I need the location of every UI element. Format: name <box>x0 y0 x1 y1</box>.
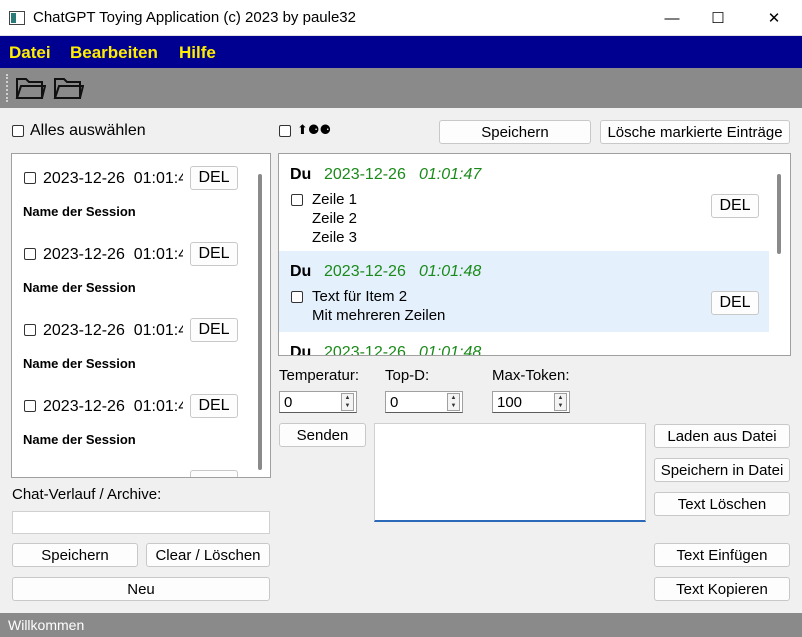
message-delete-button[interactable]: DEL <box>711 291 759 315</box>
message-time: 01:01:48 <box>419 263 482 280</box>
send-button[interactable]: Senden <box>279 423 366 447</box>
session-list: 2023-12-26 01:01:47 DEL Name der Session… <box>11 153 271 478</box>
toolbar-grip[interactable] <box>6 74 9 102</box>
message-author: Du <box>290 344 312 356</box>
select-all-label: Alles auswählen <box>30 122 146 139</box>
session-name: Name der Session <box>23 280 136 295</box>
session-item[interactable]: 2023-12-26 01:01:47 DEL Name der Session <box>12 230 252 306</box>
session-delete-button-partial[interactable] <box>190 470 238 477</box>
message-checkbox[interactable] <box>291 194 303 206</box>
title-bar: ChatGPT Toying Application (c) 2023 by p… <box>0 0 802 36</box>
session-item[interactable]: 2023-12-26 01:01:47 DEL Name der Session <box>12 154 252 230</box>
session-timestamp: 2023-12-26 01:01:47 <box>43 398 183 415</box>
maximize-button[interactable]: ☐ <box>695 0 741 36</box>
temperature-spinbox[interactable]: 0 ▲ ▼ <box>279 391 357 413</box>
chat-message[interactable]: Du 2023-12-26 01:01:47 Zeile 1 Zeile 2 Z… <box>279 154 769 251</box>
session-checkbox[interactable] <box>24 248 36 260</box>
temperature-value: 0 <box>284 394 293 411</box>
session-timestamp: 2023-12-26 01:01:47 <box>43 246 183 263</box>
temperature-label: Temperatur: <box>279 367 360 384</box>
new-button[interactable]: Neu <box>12 577 270 601</box>
top-d-spinbox[interactable]: 0 ▲ ▼ <box>385 391 463 413</box>
toolbar <box>0 68 802 108</box>
app-icon <box>9 11 25 25</box>
message-date: 2023-12-26 <box>324 344 406 356</box>
max-token-spinbox[interactable]: 100 ▲ ▼ <box>492 391 570 413</box>
message-text: Text für Item 2 Mit mehreren Zeilen <box>312 288 446 324</box>
upload-icon: ⬆⚈⚈ <box>297 122 332 137</box>
menu-datei[interactable]: Datei <box>9 43 51 63</box>
max-token-label: Max-Token: <box>492 367 570 384</box>
load-file-button[interactable]: Laden aus Datei <box>654 424 790 448</box>
message-text: Zeile 1 Zeile 2 Zeile 3 <box>312 191 358 243</box>
insert-text-button[interactable]: Text Einfügen <box>654 543 790 567</box>
session-delete-button[interactable]: DEL <box>190 394 238 418</box>
window-title: ChatGPT Toying Application (c) 2023 by p… <box>33 9 356 26</box>
save-session-button[interactable]: Speichern <box>12 543 138 567</box>
session-name: Name der Session <box>23 356 136 371</box>
message-author: Du <box>290 263 312 280</box>
minimize-button[interactable]: — <box>649 0 695 36</box>
chat-list: Du 2023-12-26 01:01:47 Zeile 1 Zeile 2 Z… <box>278 153 791 356</box>
session-delete-button[interactable]: DEL <box>190 166 238 190</box>
select-all-messages-checkbox[interactable] <box>279 125 291 137</box>
status-text: Willkommen <box>8 617 85 633</box>
message-date: 2023-12-26 <box>324 263 406 280</box>
menu-bearbeiten[interactable]: Bearbeiten <box>70 43 158 63</box>
message-delete-button[interactable]: DEL <box>711 194 759 218</box>
chat-message[interactable]: Du 2023-12-26 01:01:48 <box>279 332 769 356</box>
delete-marked-button[interactable]: Lösche markierte Einträge <box>600 120 790 144</box>
spin-arrows-icon[interactable]: ▲ ▼ <box>447 393 460 411</box>
archive-label: Chat-Verlauf / Archive: <box>12 486 162 503</box>
session-checkbox[interactable] <box>24 324 36 336</box>
top-d-value: 0 <box>390 394 399 411</box>
copy-text-button[interactable]: Text Kopieren <box>654 577 790 601</box>
menu-bar: Datei Bearbeiten Hilfe <box>0 36 802 68</box>
session-item[interactable]: 2023-12-26 01:01:47 DEL Name der Session <box>12 306 252 382</box>
archive-input[interactable] <box>12 511 270 534</box>
spin-arrows-icon[interactable]: ▲ ▼ <box>554 393 567 411</box>
folder-icon[interactable] <box>52 73 85 103</box>
session-timestamp: 2023-12-26 01:01:47 <box>43 322 183 339</box>
close-button[interactable]: ✕ <box>751 0 797 36</box>
session-delete-button[interactable]: DEL <box>190 318 238 342</box>
session-checkbox[interactable] <box>24 400 36 412</box>
session-timestamp: 2023-12-26 01:01:47 <box>43 170 183 187</box>
message-author: Du <box>290 166 312 183</box>
message-checkbox[interactable] <box>291 291 303 303</box>
prompt-textarea[interactable] <box>374 423 646 522</box>
save-file-button[interactable]: Speichern in Datei <box>654 458 790 482</box>
chat-message-selected[interactable]: Du 2023-12-26 01:01:48 Text für Item 2 M… <box>279 251 769 332</box>
clear-text-button[interactable]: Text Löschen <box>654 492 790 516</box>
session-delete-button[interactable]: DEL <box>190 242 238 266</box>
max-token-value: 100 <box>497 394 523 411</box>
session-name: Name der Session <box>23 204 136 219</box>
session-checkbox[interactable] <box>24 172 36 184</box>
session-list-scrollbar[interactable] <box>258 174 262 470</box>
session-name: Name der Session <box>23 432 136 447</box>
message-time: 01:01:48 <box>419 344 482 356</box>
top-d-label: Top-D: <box>385 367 430 384</box>
session-item[interactable]: 2023-12-26 01:01:47 DEL Name der Session <box>12 382 252 458</box>
menu-hilfe[interactable]: Hilfe <box>179 43 216 63</box>
chat-list-scrollbar[interactable] <box>777 174 781 254</box>
clear-button[interactable]: Clear / Löschen <box>146 543 270 567</box>
spin-arrows-icon[interactable]: ▲ ▼ <box>341 393 354 411</box>
folder-open-icon[interactable] <box>14 73 47 103</box>
select-all-checkbox[interactable] <box>12 125 24 137</box>
save-chat-button[interactable]: Speichern <box>439 120 591 144</box>
message-date: 2023-12-26 <box>324 166 406 183</box>
message-time: 01:01:47 <box>419 166 482 183</box>
status-bar: Willkommen <box>0 613 802 637</box>
